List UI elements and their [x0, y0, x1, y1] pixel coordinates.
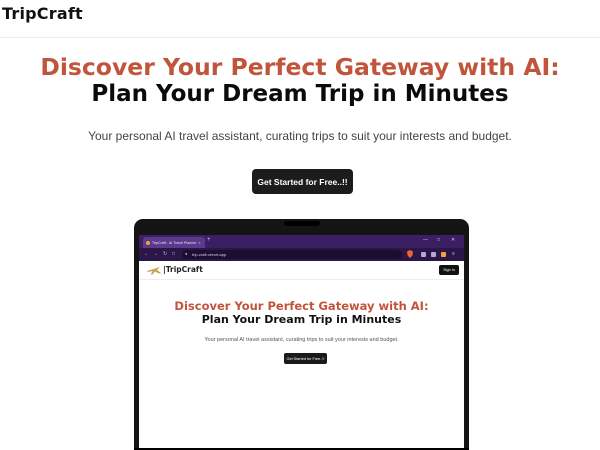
wallet-icon — [441, 252, 446, 257]
browser-address-bar: ← → ↻ □ ● trip-craft.vercel.app ≡ — [139, 248, 464, 261]
url-field: ● trip-craft.vercel.app — [182, 250, 402, 259]
inner-hero-title-line2: Plan Your Dream Trip in Minutes — [201, 313, 402, 326]
top-nav: TripCraft — [0, 0, 600, 38]
inner-brand-text: |TripCraft — [163, 265, 203, 274]
browser-tab-title: TripCraft - AI Travel Planner — [152, 240, 197, 245]
inner-get-started-button: Get Started for Free..!! — [284, 353, 327, 364]
browser-tab: TripCraft - AI Travel Planner × — [143, 237, 205, 248]
site-info-icon: ● — [185, 251, 188, 256]
back-arrow-icon: ← — [144, 251, 149, 257]
brave-shield-icon — [407, 250, 413, 258]
sign-in-button: Sign In — [439, 265, 459, 275]
brand-logo-text[interactable]: TripCraft — [2, 4, 83, 23]
inner-page-nav: |TripCraft Sign In — [139, 261, 464, 280]
hero-title-line2: Plan Your Dream Trip in Minutes — [91, 81, 509, 107]
hero-subtitle: Your personal AI travel assistant, curat… — [88, 129, 512, 143]
get-started-button[interactable]: Get Started for Free..!! — [252, 169, 353, 194]
extension-icon — [421, 252, 426, 257]
forward-arrow-icon: → — [153, 251, 158, 257]
laptop-camera-notch — [284, 221, 320, 226]
new-tab-icon: + — [207, 237, 211, 243]
hero-title-line1: Discover Your Perfect Gateway with AI: — [40, 53, 560, 81]
url-text: trip-craft.vercel.app — [192, 251, 227, 257]
maximize-icon: □ — [437, 237, 441, 243]
laptop-screen: TripCraft - AI Travel Planner × + — □ ✕ … — [139, 235, 464, 448]
inner-hero-subtitle: Your personal AI travel assistant, curat… — [204, 337, 399, 343]
browser-tab-bar: TripCraft - AI Travel Planner × + — □ ✕ — [139, 235, 464, 248]
menu-icon: ≡ — [452, 251, 455, 257]
laptop-mockup: TripCraft - AI Travel Planner × + — □ ✕ … — [134, 219, 469, 450]
airplane-logo-icon — [147, 267, 161, 275]
bookmark-icon: □ — [172, 251, 176, 257]
reload-icon: ↻ — [163, 251, 168, 257]
tab-favicon-icon — [146, 240, 150, 245]
inner-hero-title-line1: Discover Your Perfect Gateway with AI: — [174, 299, 429, 313]
tab-close-icon: × — [198, 240, 201, 245]
window-close-icon: ✕ — [451, 237, 456, 243]
sidebar-icon — [431, 252, 436, 257]
minimize-icon: — — [423, 237, 428, 243]
